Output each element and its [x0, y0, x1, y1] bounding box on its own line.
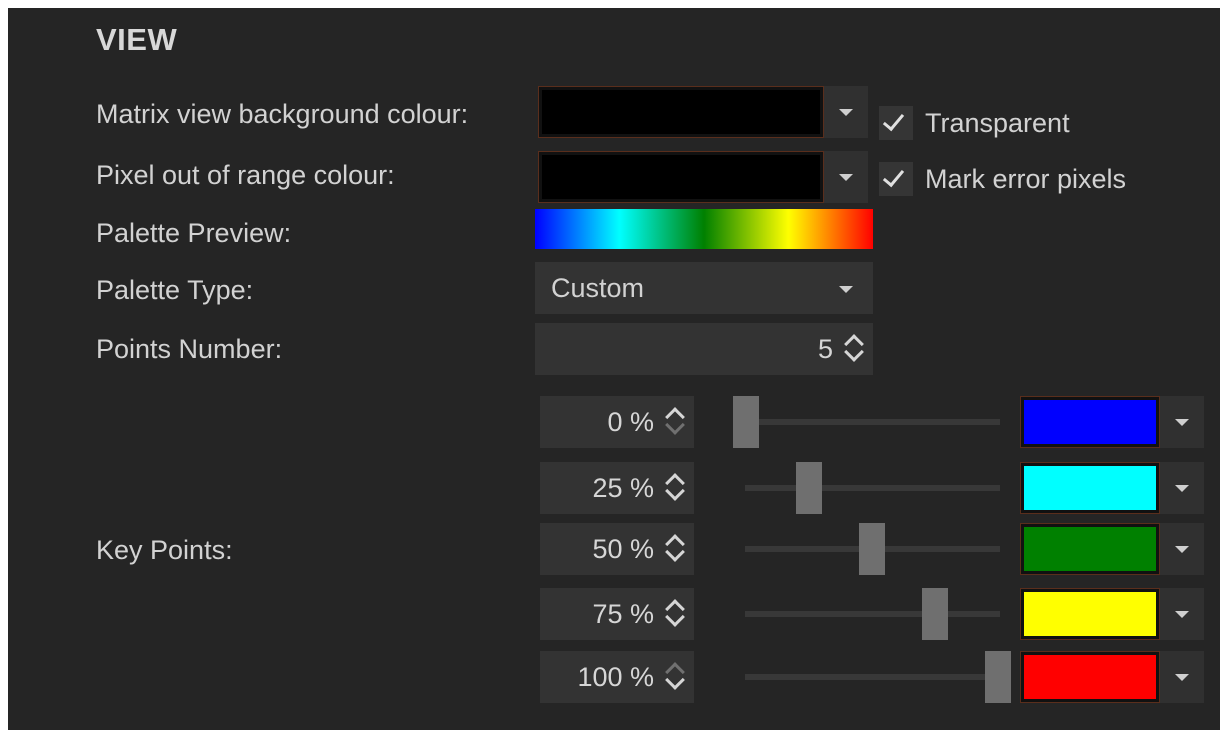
key-point-slider-handle[interactable]	[796, 462, 822, 514]
key-point-colour-dropdown-button[interactable]	[1160, 588, 1204, 640]
spin-arrows[interactable]	[664, 596, 686, 632]
key-point-colour-dropdown-button[interactable]	[1160, 523, 1204, 575]
key-point-percent-value: 0 %	[607, 407, 654, 437]
chevron-down-icon	[1175, 419, 1189, 426]
out-of-range-colour-picker[interactable]	[538, 151, 824, 203]
key-point-percent-spinbox[interactable]: 75 %	[540, 588, 694, 640]
key-point-slider-handle[interactable]	[859, 523, 885, 575]
key-point-percent-value: 25 %	[592, 473, 654, 503]
palette-type-value: Custom	[551, 273, 645, 303]
chevron-down-icon	[1175, 611, 1189, 618]
key-point-slider-track[interactable]	[745, 485, 1000, 491]
key-point-slider-track[interactable]	[745, 419, 1000, 425]
key-point-slider-handle[interactable]	[922, 588, 948, 640]
key-points-label: Key Points:	[96, 535, 233, 565]
chevron-down-icon	[1175, 674, 1189, 681]
key-point-percent-spinbox[interactable]: 100 %	[540, 651, 694, 703]
points-number-value: 5	[817, 334, 833, 364]
key-point-colour-picker[interactable]	[1020, 651, 1160, 703]
key-point-colour-picker[interactable]	[1020, 588, 1160, 640]
key-point-percent-value: 75 %	[592, 599, 654, 629]
out-of-range-colour-dropdown-button[interactable]	[824, 151, 868, 203]
palette-preview-gradient	[535, 209, 873, 249]
chevron-down-icon	[1175, 546, 1189, 553]
key-point-colour-picker[interactable]	[1020, 523, 1160, 575]
palette-type-label: Palette Type:	[96, 275, 254, 305]
key-point-colour-picker[interactable]	[1020, 462, 1160, 514]
spin-arrows[interactable]	[664, 404, 686, 440]
mark-error-pixels-checkbox[interactable]	[879, 162, 913, 196]
key-point-colour-dropdown-button[interactable]	[1160, 651, 1204, 703]
key-point-colour-swatch	[1024, 527, 1156, 571]
palette-type-select[interactable]: Custom	[535, 262, 873, 314]
key-point-colour-dropdown-button[interactable]	[1160, 396, 1204, 448]
chevron-down-icon	[839, 286, 853, 293]
checkmark-icon	[882, 108, 905, 132]
key-point-colour-dropdown-button[interactable]	[1160, 462, 1204, 514]
mark-error-pixels-checkbox-label[interactable]: Mark error pixels	[925, 162, 1126, 196]
spin-arrows[interactable]	[843, 331, 865, 367]
transparent-checkbox-label[interactable]: Transparent	[925, 106, 1070, 140]
matrix-bg-colour-picker[interactable]	[538, 86, 824, 138]
out-of-range-colour-swatch	[542, 155, 820, 199]
spin-arrows[interactable]	[664, 659, 686, 695]
key-point-percent-value: 100 %	[577, 662, 654, 692]
spin-arrows[interactable]	[664, 470, 686, 506]
points-number-label: Points Number:	[96, 334, 283, 364]
chevron-down-icon	[839, 109, 853, 116]
points-number-spinbox[interactable]: 5	[535, 323, 873, 375]
matrix-bg-colour-label: Matrix view background colour:	[96, 99, 469, 129]
spin-arrows[interactable]	[664, 531, 686, 567]
matrix-bg-colour-dropdown-button[interactable]	[824, 86, 868, 138]
key-point-colour-swatch	[1024, 400, 1156, 444]
key-point-slider-track[interactable]	[745, 611, 1000, 617]
key-point-percent-spinbox[interactable]: 0 %	[540, 396, 694, 448]
key-point-percent-spinbox[interactable]: 50 %	[540, 523, 694, 575]
out-of-range-colour-label: Pixel out of range colour:	[96, 160, 395, 190]
palette-preview-label: Palette Preview:	[96, 218, 292, 248]
key-point-colour-swatch	[1024, 466, 1156, 510]
chevron-down-icon	[1175, 485, 1189, 492]
key-point-slider-track[interactable]	[745, 674, 1000, 680]
key-point-slider-handle[interactable]	[985, 651, 1011, 703]
chevron-down-icon	[839, 174, 853, 181]
key-point-percent-spinbox[interactable]: 25 %	[540, 462, 694, 514]
transparent-checkbox[interactable]	[879, 106, 913, 140]
key-point-percent-value: 50 %	[592, 534, 654, 564]
checkmark-icon	[882, 164, 905, 188]
key-point-colour-swatch	[1024, 592, 1156, 636]
key-point-colour-swatch	[1024, 655, 1156, 699]
key-point-slider-handle[interactable]	[733, 396, 759, 448]
key-point-colour-picker[interactable]	[1020, 396, 1160, 448]
section-title: VIEW	[96, 22, 178, 57]
matrix-bg-colour-swatch	[542, 90, 820, 134]
